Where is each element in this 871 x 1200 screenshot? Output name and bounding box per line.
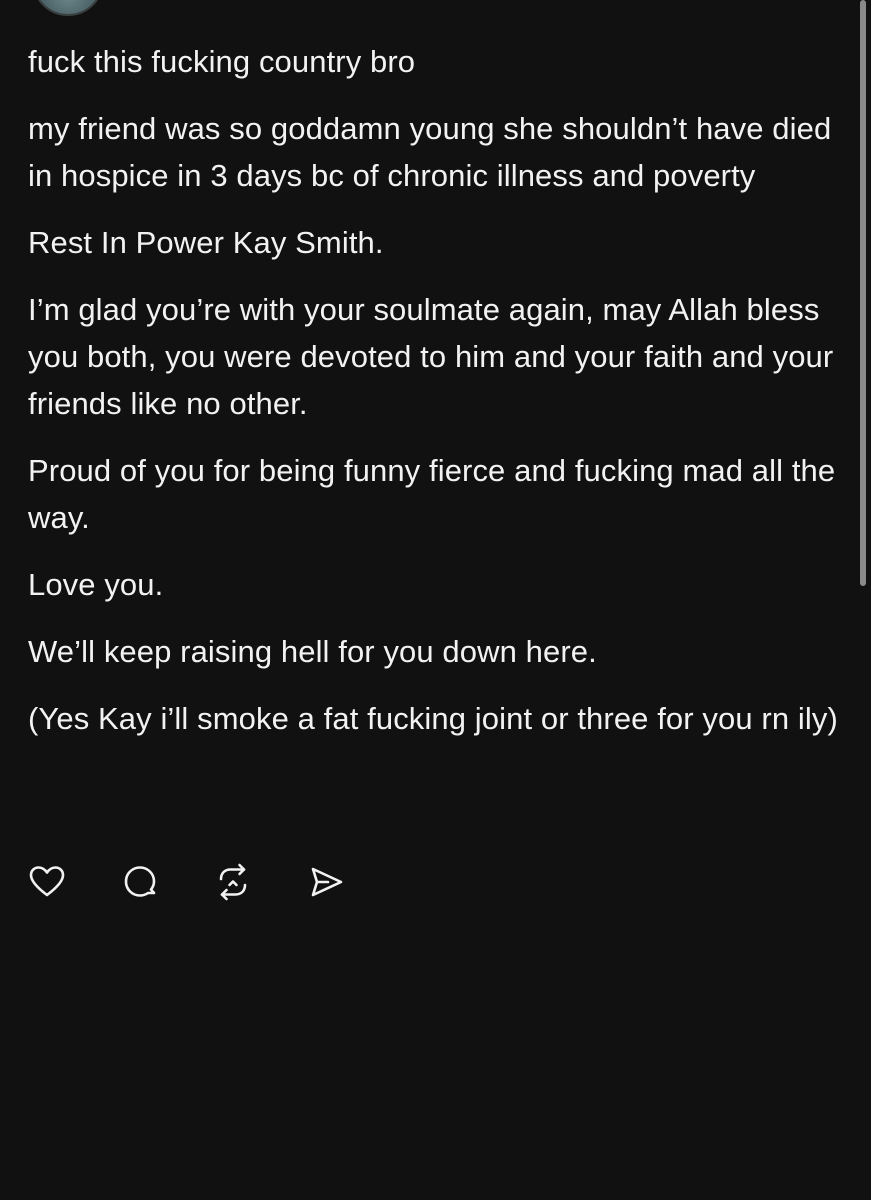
post-paragraph: Proud of you for being funny fierce and …	[28, 453, 844, 535]
repost-arrows-icon	[219, 863, 247, 901]
post-paragraph: Rest In Power Kay Smith.	[28, 225, 384, 260]
post-paragraph: We’ll keep raising hell for you down her…	[28, 634, 597, 669]
post-paragraph: Love you.	[28, 567, 164, 602]
repost-button[interactable]	[210, 859, 256, 905]
heart-icon	[29, 866, 65, 897]
post-paragraph: (Yes Kay i’ll smoke a fat fucking joint …	[28, 701, 838, 736]
post-action-bar	[24, 858, 396, 906]
send-paper-plane-icon	[311, 867, 343, 897]
scrollbar-thumb[interactable]	[860, 0, 866, 586]
reply-button[interactable]	[117, 859, 163, 905]
share-button[interactable]	[303, 859, 349, 905]
comment-bubble-icon	[124, 866, 156, 897]
avatar[interactable]	[32, 0, 104, 16]
post-paragraph: I’m glad you’re with your soulmate again…	[28, 292, 843, 421]
post-paragraph: my friend was so goddamn young she shoul…	[28, 111, 841, 193]
like-button[interactable]	[24, 859, 70, 905]
post-body: fuck this fucking country bro my friend …	[28, 38, 838, 762]
post-paragraph: fuck this fucking country bro	[28, 44, 416, 79]
